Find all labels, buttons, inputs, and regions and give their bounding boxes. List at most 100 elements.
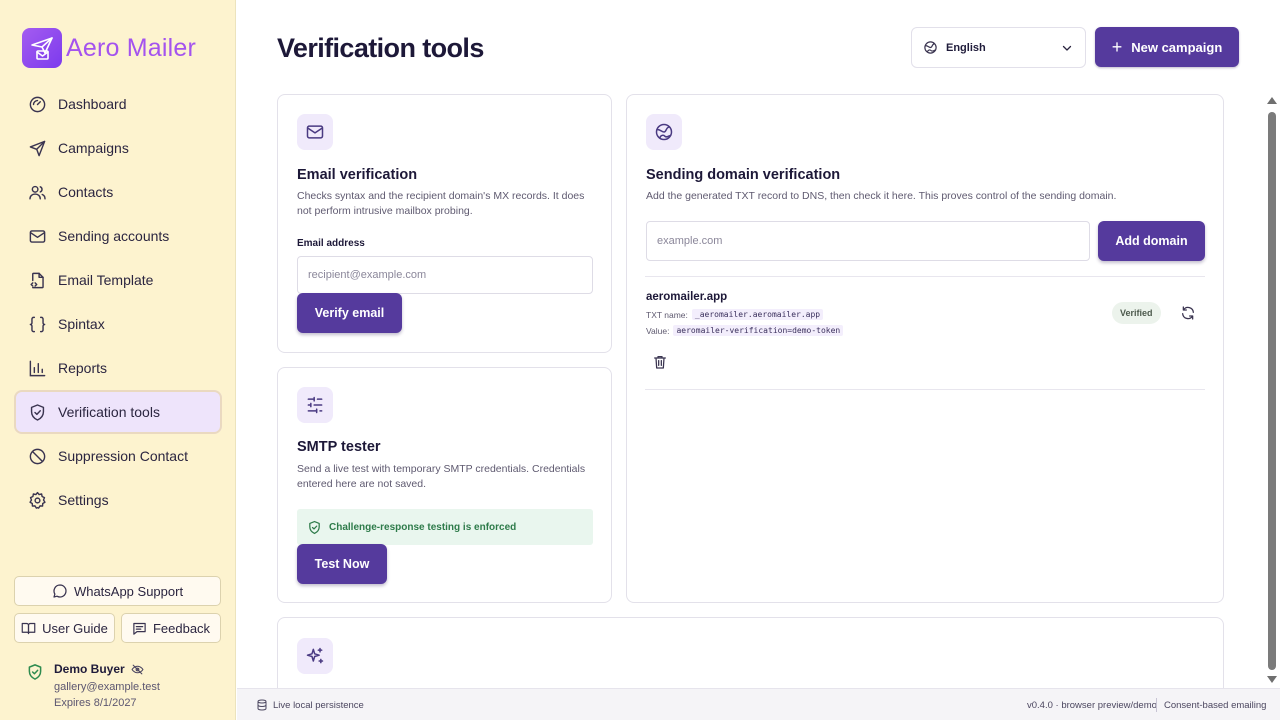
sidebar-item-label: Spintax: [58, 316, 105, 332]
sidebar-item-campaigns[interactable]: Campaigns: [14, 126, 222, 170]
status-badge: Verified: [1112, 302, 1161, 324]
sidebar-item-label: Campaigns: [58, 140, 129, 156]
eye-off-icon[interactable]: [131, 663, 144, 676]
sidebar-item-label: Sending accounts: [58, 228, 170, 244]
email-verification-description: Checks syntax and the recipient domain's…: [297, 190, 585, 217]
sidebar-item-label: Email Template: [58, 272, 154, 288]
language-select[interactable]: English: [911, 27, 1086, 68]
feedback-label: Feedback: [152, 620, 211, 636]
scrollbar[interactable]: [1264, 94, 1280, 688]
user-email: gallery@example.test: [54, 681, 160, 693]
domain-name: aeromailer.app: [646, 291, 728, 303]
version-text: v0.4.0 · browser preview/demo: [1027, 700, 1157, 711]
verify-email-button[interactable]: Verify email: [297, 293, 402, 333]
scroll-thumb[interactable]: [1268, 112, 1276, 670]
sidebar-item-contacts[interactable]: Contacts: [14, 170, 222, 214]
book-icon: [21, 621, 36, 636]
chevron-down-icon: [1061, 42, 1073, 54]
sidebar-item-reports[interactable]: Reports: [14, 346, 222, 390]
gauge-icon: [27, 94, 47, 114]
bar-chart-icon: [27, 358, 47, 378]
user-name-row: Demo Buyer: [54, 662, 144, 676]
user-name: Demo Buyer: [54, 662, 125, 676]
sidebar-item-dashboard[interactable]: Dashboard: [14, 82, 222, 126]
license-expiry: Expires 8/1/2027: [54, 697, 137, 709]
smtp-tester-title: SMTP tester: [297, 439, 381, 455]
scroll-up-arrow[interactable]: [1267, 97, 1277, 104]
txt-value-row: Value: aeromailer-verification=demo-toke…: [646, 325, 844, 336]
sparkles-icon: [297, 638, 333, 674]
domain-verification-card: Sending domain verification Add the gene…: [626, 94, 1224, 603]
mail-icon: [297, 114, 333, 150]
braces-icon: [27, 314, 47, 334]
domain-verification-title: Sending domain verification: [646, 167, 841, 183]
globe-icon: [646, 114, 682, 150]
brand[interactable]: Aero Mailer: [22, 28, 196, 68]
database-icon: [256, 699, 268, 711]
verified-user-icon: [26, 663, 44, 686]
sidebar-item-label: Dashboard: [58, 96, 127, 112]
email-address-input[interactable]: [297, 256, 593, 294]
status-bar: Live local persistence v0.4.0 · browser …: [237, 688, 1280, 720]
sidebar-item-sending-accounts[interactable]: Sending accounts: [14, 214, 222, 258]
gear-icon: [27, 490, 47, 510]
domain-input[interactable]: [646, 221, 1090, 261]
consent-text: Consent-based emailing: [1164, 700, 1267, 711]
challenge-response-text: Challenge-response testing is enforced: [329, 521, 517, 533]
txt-name-label: TXT name:: [646, 309, 688, 320]
sidebar-item-label: Settings: [58, 492, 109, 508]
domain-row: aeromailer.app TXT name: _aeromailer.aer…: [645, 276, 1205, 390]
new-campaign-button[interactable]: + New campaign: [1095, 27, 1239, 67]
plus-icon: +: [1111, 37, 1123, 57]
feedback-button[interactable]: Feedback: [121, 613, 221, 643]
sliders-icon: [297, 387, 333, 423]
txt-name-value: _aeromailer.aeromailer.app: [691, 309, 824, 320]
sidebar: Aero Mailer Dashboard Campaigns Contacts…: [0, 0, 236, 720]
add-domain-button[interactable]: Add domain: [1098, 221, 1205, 261]
txt-value-label: Value:: [646, 325, 670, 336]
sidebar-item-settings[interactable]: Settings: [14, 478, 222, 522]
domain-verification-description: Add the generated TXT record to DNS, the…: [646, 190, 1117, 202]
globe-icon: [923, 40, 938, 55]
email-verification-title: Email verification: [297, 167, 418, 183]
trash-icon[interactable]: [649, 351, 671, 373]
brand-name: Aero Mailer: [66, 33, 197, 62]
page-title: Verification tools: [277, 33, 484, 63]
sidebar-nav: Dashboard Campaigns Contacts Sending acc…: [14, 82, 222, 522]
smtp-tester-description: Send a live test with temporary SMTP cre…: [297, 463, 586, 490]
sidebar-item-email-template[interactable]: Email Template: [14, 258, 222, 302]
whatsapp-support-button[interactable]: WhatsApp Support: [14, 576, 221, 606]
message-square-icon: [132, 621, 147, 636]
txt-value: aeromailer-verification=demo-token: [673, 325, 844, 336]
send-icon: [27, 138, 47, 158]
user-guide-label: User Guide: [42, 620, 108, 636]
sidebar-item-verification-tools[interactable]: Verification tools: [14, 390, 222, 434]
language-value: English: [946, 41, 986, 54]
scroll-down-arrow[interactable]: [1267, 676, 1277, 683]
new-campaign-label: New campaign: [1131, 39, 1223, 55]
sidebar-item-label: Verification tools: [58, 404, 160, 420]
sidebar-item-spintax[interactable]: Spintax: [14, 302, 222, 346]
user-guide-button[interactable]: User Guide: [14, 613, 115, 643]
sidebar-item-suppression-contact[interactable]: Suppression Contact: [14, 434, 222, 478]
sidebar-item-label: Reports: [58, 360, 108, 376]
sidebar-item-label: Contacts: [58, 184, 114, 200]
persistence-status: Live local persistence: [256, 699, 364, 711]
ban-icon: [27, 446, 47, 466]
challenge-response-notice: Challenge-response testing is enforced: [297, 509, 593, 545]
persistence-text: Live local persistence: [273, 699, 364, 711]
email-address-label: Email address: [297, 238, 365, 249]
shield-check-icon: [27, 402, 47, 422]
file-code-icon: [27, 270, 47, 290]
sidebar-item-label: Suppression Contact: [58, 448, 188, 464]
shield-check-icon: [307, 520, 322, 535]
test-now-button[interactable]: Test Now: [297, 544, 387, 584]
footer-divider: [1156, 698, 1157, 712]
chat-icon: [52, 583, 68, 599]
whatsapp-support-label: WhatsApp Support: [73, 583, 184, 599]
users-icon: [27, 182, 47, 202]
txt-name-row: TXT name: _aeromailer.aeromailer.app: [646, 309, 824, 320]
email-verification-card: Email verification Checks syntax and the…: [277, 94, 612, 353]
logo-icon: [22, 28, 62, 68]
refresh-icon[interactable]: [1177, 302, 1199, 324]
